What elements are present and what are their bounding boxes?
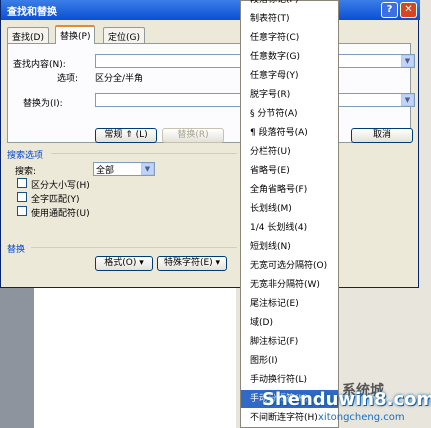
menu-item[interactable]: 任意字符(C) [241,29,338,47]
wildcards-checkbox[interactable] [17,206,27,216]
close-button[interactable]: ✕ [400,2,417,18]
menu-item[interactable]: 全角省略号(F) [241,181,338,199]
search-label: 搜索: [15,167,37,177]
whole-word-checkbox[interactable] [17,192,27,202]
menu-item[interactable]: 脚注标记(F) [241,333,338,351]
menu-item[interactable]: 图形(I) [241,352,338,370]
menu-item[interactable]: 任意字母(Y) [241,67,338,85]
options-value: 区分全/半角 [95,74,144,84]
menu-item[interactable]: 制表符(T) [241,10,338,28]
divider [31,247,237,248]
watermark: 系统城 Shenduwin8.com xitongcheng.com [262,383,431,428]
menu-item[interactable]: 分栏符(U) [241,143,338,161]
menu-item[interactable]: 尾注标记(E) [241,295,338,313]
find-label: 查找内容(N): [13,60,66,70]
menu-item[interactable]: 无宽可选分隔符(O) [241,257,338,275]
replace-section-title: 替换 [7,245,26,255]
menu-item[interactable]: 任意数字(G) [241,48,338,66]
menu-item[interactable]: 脱字号(R) [241,86,338,104]
replace-dropdown-icon[interactable]: ▼ [401,94,414,106]
menu-item[interactable]: § 分节符(A) [241,105,338,123]
special-characters-menu: 段落标记(P) 制表符(T) 任意字符(C) 任意数字(G) 任意字母(Y) 脱字号(R)… [240,0,339,428]
help-button[interactable]: ? [381,2,398,18]
divider [51,153,237,154]
tab-find[interactable]: 查找(D) [7,27,49,43]
match-case-checkbox[interactable] [17,178,27,188]
replace-button[interactable]: 替换(R) [162,128,224,143]
cancel-button[interactable]: 取消 [351,128,413,143]
watermark-subtext: xitongcheng.com [318,412,405,423]
menu-item[interactable]: 长划线(M) [241,200,338,218]
format-button[interactable]: 格式(O) ▾ [95,256,153,271]
document-page [34,288,236,428]
search-direction-dropdown-icon[interactable]: ▼ [141,163,154,175]
menu-item[interactable]: 短划线(N) [241,238,338,256]
menu-item[interactable]: 段落标记(P) [241,0,338,9]
options-label: 选项: [57,74,79,84]
tab-replace[interactable]: 替换(P) [55,25,96,44]
menu-item[interactable]: 无宽非分隔符(W) [241,276,338,294]
whole-word-label: 全字匹配(Y) [31,195,80,205]
menu-item[interactable]: 1/4 长划线(4) [241,219,338,237]
menu-item[interactable]: ¶ 段落符号(A) [241,124,338,142]
wildcards-label: 使用通配符(U) [31,209,90,219]
find-replace-dialog: 查找和替换 ? ✕ 查找(D) 替换(P) 定位(G) 查找内容(N): ▼ 选… [0,0,420,288]
replace-label: 替换为(I): [23,99,63,109]
dialog-title: 查找和替换 [7,7,57,18]
match-case-label: 区分大小写(H) [31,181,90,191]
menu-item[interactable]: 域(D) [241,314,338,332]
special-characters-button[interactable]: 特殊字符(E) ▾ [157,256,227,271]
tab-goto[interactable]: 定位(G) [103,27,145,43]
title-bar[interactable]: 查找和替换 ? ✕ [1,0,420,20]
find-dropdown-icon[interactable]: ▼ [401,55,414,67]
menu-item[interactable]: 省略号(E) [241,162,338,180]
search-options-title: 搜索选项 [7,151,44,161]
watermark-text: Shenduwin8.com [262,389,431,410]
normal-options-button[interactable]: 常规 ⇑ (L) [95,128,157,143]
